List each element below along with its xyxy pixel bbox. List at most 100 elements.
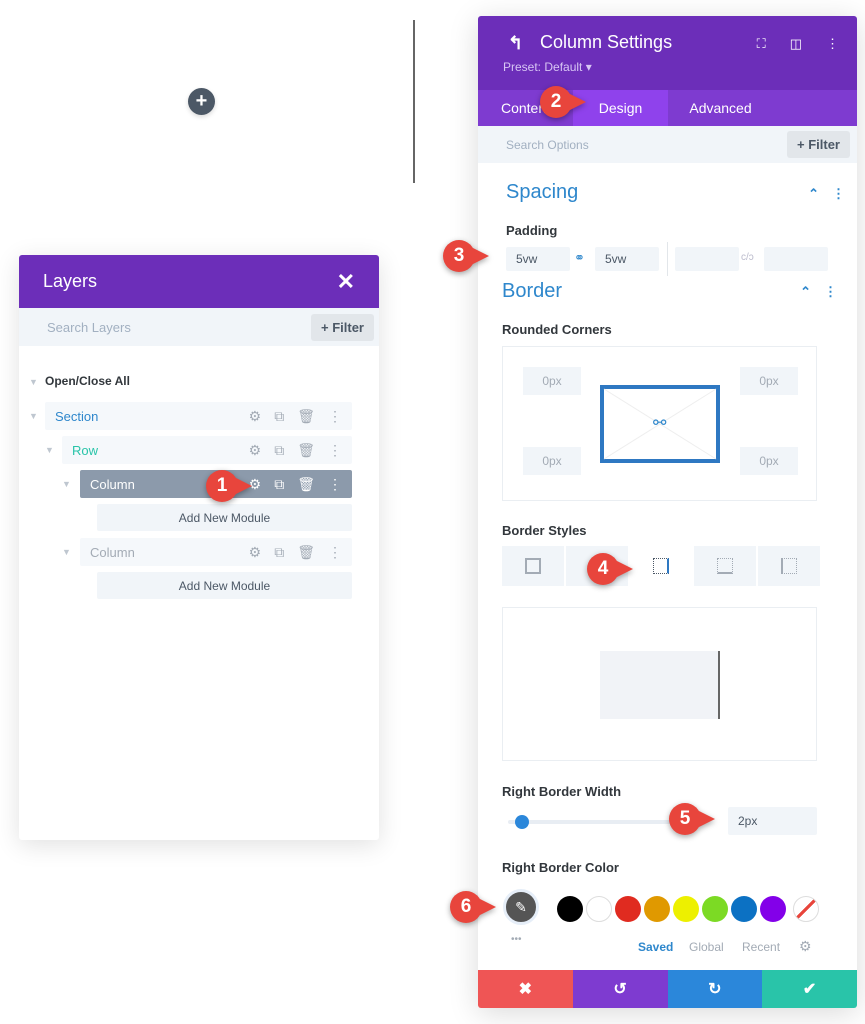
step-badge-3: 3 — [443, 240, 493, 272]
layers-search-input[interactable]: Search Layers — [47, 320, 131, 335]
color-tab-global[interactable]: Global — [689, 940, 724, 954]
close-icon[interactable]: ✕ — [337, 269, 355, 295]
border-style-preview — [502, 607, 817, 761]
corner-bottom-right-input[interactable]: 0px — [740, 447, 798, 475]
layer-section[interactable]: Section ⚙ ⧉ 🗑 ⋮ — [45, 402, 352, 430]
trash-icon[interactable]: 🗑 — [297, 442, 315, 459]
padding-bottom-input[interactable]: 5vw — [595, 247, 659, 271]
padding-top-input[interactable]: 5vw — [506, 247, 570, 271]
eyedropper-button[interactable]: ✎ — [503, 889, 539, 925]
duplicate-icon[interactable]: ⧉ — [274, 408, 284, 425]
settings-tabs: Content Design Advanced — [478, 90, 857, 126]
color-swatch[interactable] — [557, 896, 583, 922]
padding-divider — [667, 242, 668, 276]
gear-icon[interactable]: ⚙ — [249, 544, 262, 561]
more-icon[interactable]: ⋮ — [328, 544, 342, 561]
border-right-option[interactable] — [630, 546, 692, 586]
width-slider-track[interactable] — [508, 820, 693, 824]
padding-right-input[interactable] — [764, 247, 828, 271]
corner-bottom-left-input[interactable]: 0px — [523, 447, 581, 475]
redo-button[interactable]: ↻ — [667, 970, 763, 1008]
rounded-corners-label: Rounded Corners — [502, 322, 612, 337]
border-bottom-option[interactable] — [694, 546, 756, 586]
check-icon: ✔ — [802, 981, 817, 998]
trash-icon[interactable]: 🗑 — [297, 476, 315, 493]
no-color-swatch[interactable] — [793, 896, 819, 922]
rounded-corners-control: 0px 0px 0px 0px ⚯ — [502, 346, 817, 501]
more-icon[interactable]: ⋮ — [328, 476, 342, 493]
options-search-input[interactable]: Search Options — [506, 138, 589, 152]
caret-down-icon[interactable]: ▼ — [29, 377, 38, 387]
undo-icon: ↺ — [613, 981, 627, 998]
link-corners-icon[interactable]: ⚯ — [653, 413, 666, 433]
back-arrow-icon[interactable]: ↰ — [508, 33, 523, 54]
preset-dropdown[interactable]: Preset: Default ▾ — [503, 60, 592, 74]
duplicate-icon[interactable]: ⧉ — [274, 442, 284, 459]
add-new-module-button[interactable]: Add New Module — [97, 572, 352, 599]
color-tab-recent[interactable]: Recent — [742, 940, 780, 954]
section-more-icon[interactable]: ⋮ — [824, 284, 837, 300]
close-icon: ✖ — [518, 981, 533, 998]
color-swatch[interactable] — [673, 896, 699, 922]
options-search-bar: Search Options + Filter — [478, 126, 857, 163]
options-filter-button[interactable]: + Filter — [787, 131, 850, 158]
gear-icon[interactable]: ⚙ — [249, 442, 262, 459]
color-swatch[interactable] — [760, 896, 786, 922]
caret-down-icon[interactable]: ▼ — [62, 547, 71, 557]
more-icon[interactable]: ⋮ — [328, 408, 342, 425]
step-badge-6: 6 — [450, 891, 500, 923]
layer-label: Section — [55, 408, 99, 424]
caret-down-icon[interactable]: ▼ — [45, 445, 54, 455]
trash-icon[interactable]: 🗑 — [297, 544, 315, 561]
layer-row[interactable]: Row ⚙ ⧉ 🗑 ⋮ — [62, 436, 352, 464]
color-tab-saved[interactable]: Saved — [638, 940, 673, 954]
corner-top-right-input[interactable]: 0px — [740, 367, 798, 395]
border-left-icon — [781, 558, 797, 574]
add-new-module-button[interactable]: Add New Module — [97, 504, 352, 531]
link-icon[interactable]: ⚭ — [574, 250, 585, 266]
color-settings-icon[interactable]: ⚙ — [799, 938, 812, 955]
tab-advanced[interactable]: Advanced — [668, 90, 773, 126]
undo-button[interactable]: ↺ — [572, 970, 668, 1008]
layers-title: Layers — [43, 271, 98, 291]
plus-icon: + — [195, 90, 208, 112]
more-icon[interactable]: ⋮ — [328, 442, 342, 459]
duplicate-icon[interactable]: ⧉ — [274, 476, 284, 493]
color-swatch[interactable] — [702, 896, 728, 922]
caret-down-icon[interactable]: ▼ — [29, 411, 38, 421]
unlink-icon[interactable]: c/ɔ — [741, 252, 754, 263]
spacing-section-title[interactable]: Spacing — [506, 181, 578, 204]
gear-icon[interactable]: ⚙ — [249, 408, 262, 425]
collapse-icon[interactable]: ⌃ — [800, 284, 811, 300]
border-all-option[interactable] — [502, 546, 564, 586]
section-more-icon[interactable]: ⋮ — [832, 186, 845, 202]
trash-icon[interactable]: 🗑 — [297, 408, 315, 425]
color-swatch[interactable] — [731, 896, 757, 922]
step-badge-5: 5 — [669, 803, 719, 835]
settings-title: Column Settings — [540, 32, 673, 52]
width-slider-thumb[interactable] — [515, 815, 530, 829]
column-settings-panel: ↰ Column Settings Preset: Default ▾ ⛶ ◫ … — [478, 16, 857, 1008]
cancel-button[interactable]: ✖ — [478, 970, 573, 1008]
save-button[interactable]: ✔ — [762, 970, 857, 1008]
color-swatch[interactable] — [586, 896, 612, 922]
border-section-title[interactable]: Border — [502, 280, 562, 303]
layers-filter-button[interactable]: + Filter — [311, 313, 374, 341]
border-left-option[interactable] — [758, 546, 820, 586]
more-colors-icon[interactable]: ••• — [511, 934, 522, 945]
caret-down-icon[interactable]: ▼ — [62, 479, 71, 489]
corner-top-left-input[interactable]: 0px — [523, 367, 581, 395]
more-icon[interactable]: ⋮ — [826, 36, 839, 52]
layer-column[interactable]: Column ⚙ ⧉ 🗑 ⋮ — [80, 538, 352, 566]
padding-left-input[interactable] — [675, 247, 739, 271]
fullscreen-icon[interactable]: ⛶ — [757, 36, 766, 52]
split-view-icon[interactable]: ◫ — [790, 36, 802, 52]
right-border-width-input[interactable]: 2px — [728, 807, 817, 835]
color-swatch[interactable] — [644, 896, 670, 922]
add-section-button[interactable]: + — [188, 88, 215, 115]
step-badge-4: 4 — [587, 553, 637, 585]
duplicate-icon[interactable]: ⧉ — [274, 544, 284, 561]
open-close-all[interactable]: Open/Close All — [45, 374, 130, 388]
collapse-icon[interactable]: ⌃ — [808, 186, 819, 202]
color-swatch[interactable] — [615, 896, 641, 922]
